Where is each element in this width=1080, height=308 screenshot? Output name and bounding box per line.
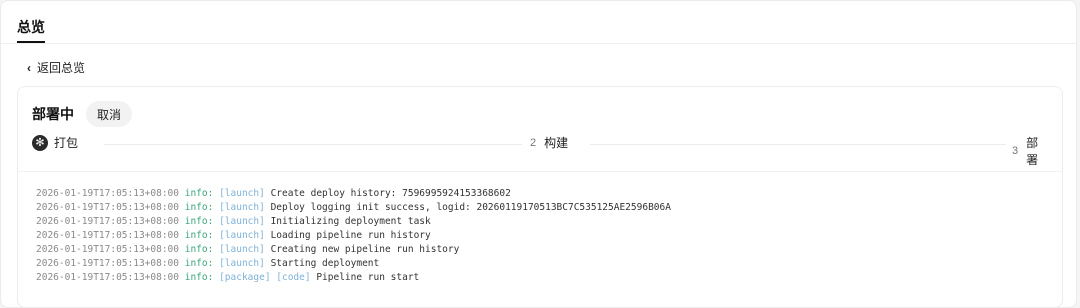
log-tags: [launch] bbox=[219, 188, 265, 199]
step-number: 3 bbox=[1012, 145, 1019, 157]
chevron-left-icon: ‹ bbox=[27, 60, 31, 75]
log-timestamp: 2026-01-19T17:05:13+08:00 bbox=[36, 244, 179, 255]
deployment-card: 部署中 取消 ✻ 打包 2 构建 3 部署 2026-01-19T17:05:1… bbox=[17, 86, 1063, 308]
deployment-header: 部署中 取消 bbox=[32, 101, 133, 127]
log-timestamp: 2026-01-19T17:05:13+08:00 bbox=[36, 272, 179, 283]
step-deploy: 3 部署 bbox=[1006, 134, 1050, 168]
back-label: 返回总览 bbox=[37, 61, 86, 75]
log-timestamp: 2026-01-19T17:05:13+08:00 bbox=[36, 230, 179, 241]
log-message: Creating new pipeline run history bbox=[270, 244, 460, 255]
header-divider bbox=[1, 43, 1076, 44]
log-line: 2026-01-19T17:05:13+08:00 info: [launch]… bbox=[36, 215, 671, 229]
log-timestamp: 2026-01-19T17:05:13+08:00 bbox=[36, 188, 179, 199]
log-level: info: bbox=[184, 188, 214, 199]
card-divider bbox=[18, 171, 1062, 172]
log-line: 2026-01-19T17:05:13+08:00 info: [launch]… bbox=[36, 257, 671, 271]
log-tags: [launch] bbox=[219, 230, 265, 241]
log-line: 2026-01-19T17:05:13+08:00 info: [launch]… bbox=[36, 187, 671, 201]
cancel-button[interactable]: 取消 bbox=[86, 101, 133, 127]
log-line: 2026-01-19T17:05:13+08:00 info: [launch]… bbox=[36, 201, 671, 215]
log-level: info: bbox=[184, 258, 214, 269]
deployment-page: 总览 ‹ 返回总览 部署中 取消 ✻ 打包 2 构建 3 部署 2026-01-… bbox=[0, 0, 1077, 308]
log-level: info: bbox=[184, 216, 214, 227]
step-connector bbox=[104, 144, 522, 145]
log-tags: [package] [code] bbox=[219, 272, 311, 283]
step-connector bbox=[590, 144, 1010, 145]
log-level: info: bbox=[184, 230, 214, 241]
log-timestamp: 2026-01-19T17:05:13+08:00 bbox=[36, 202, 179, 213]
log-level: info: bbox=[184, 202, 214, 213]
step-build: 2 构建 bbox=[524, 134, 575, 151]
spinner-icon: ✻ bbox=[32, 134, 48, 151]
deploy-log-output: 2026-01-19T17:05:13+08:00 info: [launch]… bbox=[36, 187, 671, 285]
log-tags: [launch] bbox=[219, 258, 265, 269]
log-message: Starting deployment bbox=[270, 258, 380, 269]
step-package: ✻ 打包 bbox=[32, 134, 79, 151]
tab-overview[interactable]: 总览 bbox=[17, 17, 45, 37]
log-message: Create deploy history: 75969959241533686… bbox=[270, 188, 511, 199]
log-message: Pipeline run start bbox=[316, 272, 420, 283]
log-tags: [launch] bbox=[219, 216, 265, 227]
log-line: 2026-01-19T17:05:13+08:00 info: [launch]… bbox=[36, 243, 671, 257]
log-line: 2026-01-19T17:05:13+08:00 info: [package… bbox=[36, 271, 671, 285]
step-number: 2 bbox=[530, 136, 537, 149]
log-timestamp: 2026-01-19T17:05:13+08:00 bbox=[36, 258, 179, 269]
step-label: 构建 bbox=[544, 136, 569, 150]
log-tags: [launch] bbox=[219, 244, 265, 255]
step-label: 打包 bbox=[54, 136, 79, 150]
progress-steps: ✻ 打包 2 构建 3 部署 bbox=[32, 134, 1050, 168]
log-tags: [launch] bbox=[219, 202, 265, 213]
log-message: Initializing deployment task bbox=[270, 216, 431, 227]
back-to-overview-link[interactable]: ‹ 返回总览 bbox=[27, 59, 85, 76]
log-level: info: bbox=[184, 244, 214, 255]
log-line: 2026-01-19T17:05:13+08:00 info: [launch]… bbox=[36, 229, 671, 243]
log-message: Deploy logging init success, logid: 2026… bbox=[270, 202, 671, 213]
log-timestamp: 2026-01-19T17:05:13+08:00 bbox=[36, 216, 179, 227]
log-message: Loading pipeline run history bbox=[270, 230, 431, 241]
log-level: info: bbox=[184, 272, 214, 283]
step-label: 部署 bbox=[1026, 136, 1039, 167]
deployment-status-title: 部署中 bbox=[32, 106, 74, 122]
